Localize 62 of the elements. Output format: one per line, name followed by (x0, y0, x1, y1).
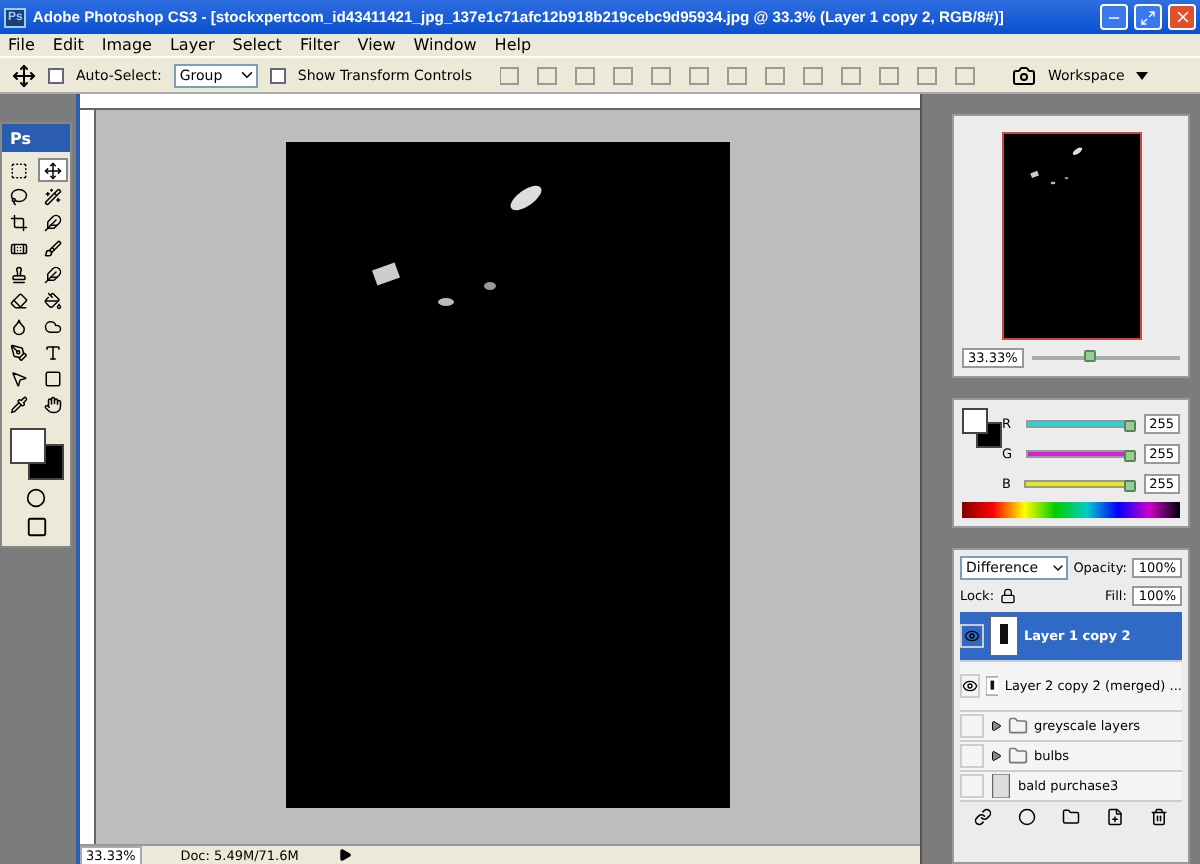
restore-icon (1140, 9, 1156, 25)
bandage-icon (10, 239, 28, 257)
color-swatches-drawing[interactable] (962, 408, 1002, 448)
visibility-toggle[interactable] (960, 674, 980, 698)
magic-wand-icon (44, 187, 62, 205)
eye-icon (962, 678, 978, 694)
adjustment-icon[interactable] (1017, 808, 1036, 826)
layer-thumbnail (990, 774, 1012, 798)
pen-icon (10, 343, 28, 361)
hand-icon (44, 395, 62, 413)
menu-item[interactable]: Image (101, 36, 152, 54)
menu-item[interactable]: Select (232, 36, 282, 54)
visibility-toggle[interactable] (960, 774, 984, 798)
menu-item[interactable]: Filter (299, 36, 340, 54)
paint-bucket-icon (44, 291, 62, 309)
caret-icon (1136, 71, 1149, 79)
color-spectrum[interactable] (962, 502, 1180, 518)
move-tool-icon[interactable] (12, 63, 36, 87)
pointer-icon (10, 369, 28, 387)
close-button[interactable] (1168, 4, 1196, 30)
eraser-icon (10, 291, 28, 309)
layer-thumbnail (990, 616, 1018, 656)
folder-icon (1008, 746, 1028, 766)
minimize-button[interactable] (1100, 4, 1128, 30)
visibility-toggle[interactable] (960, 714, 984, 738)
shape-icon (44, 369, 62, 387)
visibility-toggle[interactable] (960, 624, 984, 648)
folder-icon (1008, 716, 1028, 736)
trash-icon[interactable] (1150, 808, 1169, 826)
zoom-slider-thumb[interactable] (1084, 350, 1097, 362)
lock-icon[interactable] (1000, 588, 1017, 604)
visibility-toggle[interactable] (960, 744, 984, 768)
eye-icon (964, 628, 980, 644)
menu-item[interactable]: Help (494, 36, 532, 54)
show-transform-checkbox[interactable] (269, 67, 286, 83)
menu-item[interactable]: File (8, 36, 35, 54)
menu-item[interactable]: Edit (52, 36, 84, 54)
tool-button[interactable] (38, 158, 68, 182)
restore-button[interactable] (1134, 4, 1162, 30)
stamp-icon (10, 265, 28, 283)
droplet-icon (10, 317, 28, 335)
marquee-icon (10, 161, 28, 179)
quick-mask-icon[interactable] (26, 488, 46, 508)
brush-icon (44, 239, 62, 257)
menu-item[interactable]: Window (413, 36, 477, 54)
toolbox-logo: Ps (2, 124, 70, 152)
type-icon (44, 343, 62, 361)
menu-item[interactable]: View (357, 36, 396, 54)
auto-select-checkbox[interactable] (48, 67, 64, 83)
color-swatches-drawing[interactable] (6, 428, 66, 480)
lasso-icon (10, 187, 28, 205)
screen-mode-icon[interactable] (25, 516, 47, 538)
play-icon[interactable] (337, 848, 352, 862)
crop-icon (10, 213, 28, 231)
camera-icon[interactable] (1011, 63, 1036, 87)
close-icon (1173, 8, 1191, 26)
folder-icon[interactable] (1061, 808, 1080, 826)
eyedropper-icon (10, 395, 28, 413)
move-icon (44, 161, 62, 179)
link-icon[interactable] (973, 808, 992, 826)
menu-item[interactable]: Layer (169, 36, 215, 54)
new-layer-icon[interactable] (1106, 808, 1125, 826)
